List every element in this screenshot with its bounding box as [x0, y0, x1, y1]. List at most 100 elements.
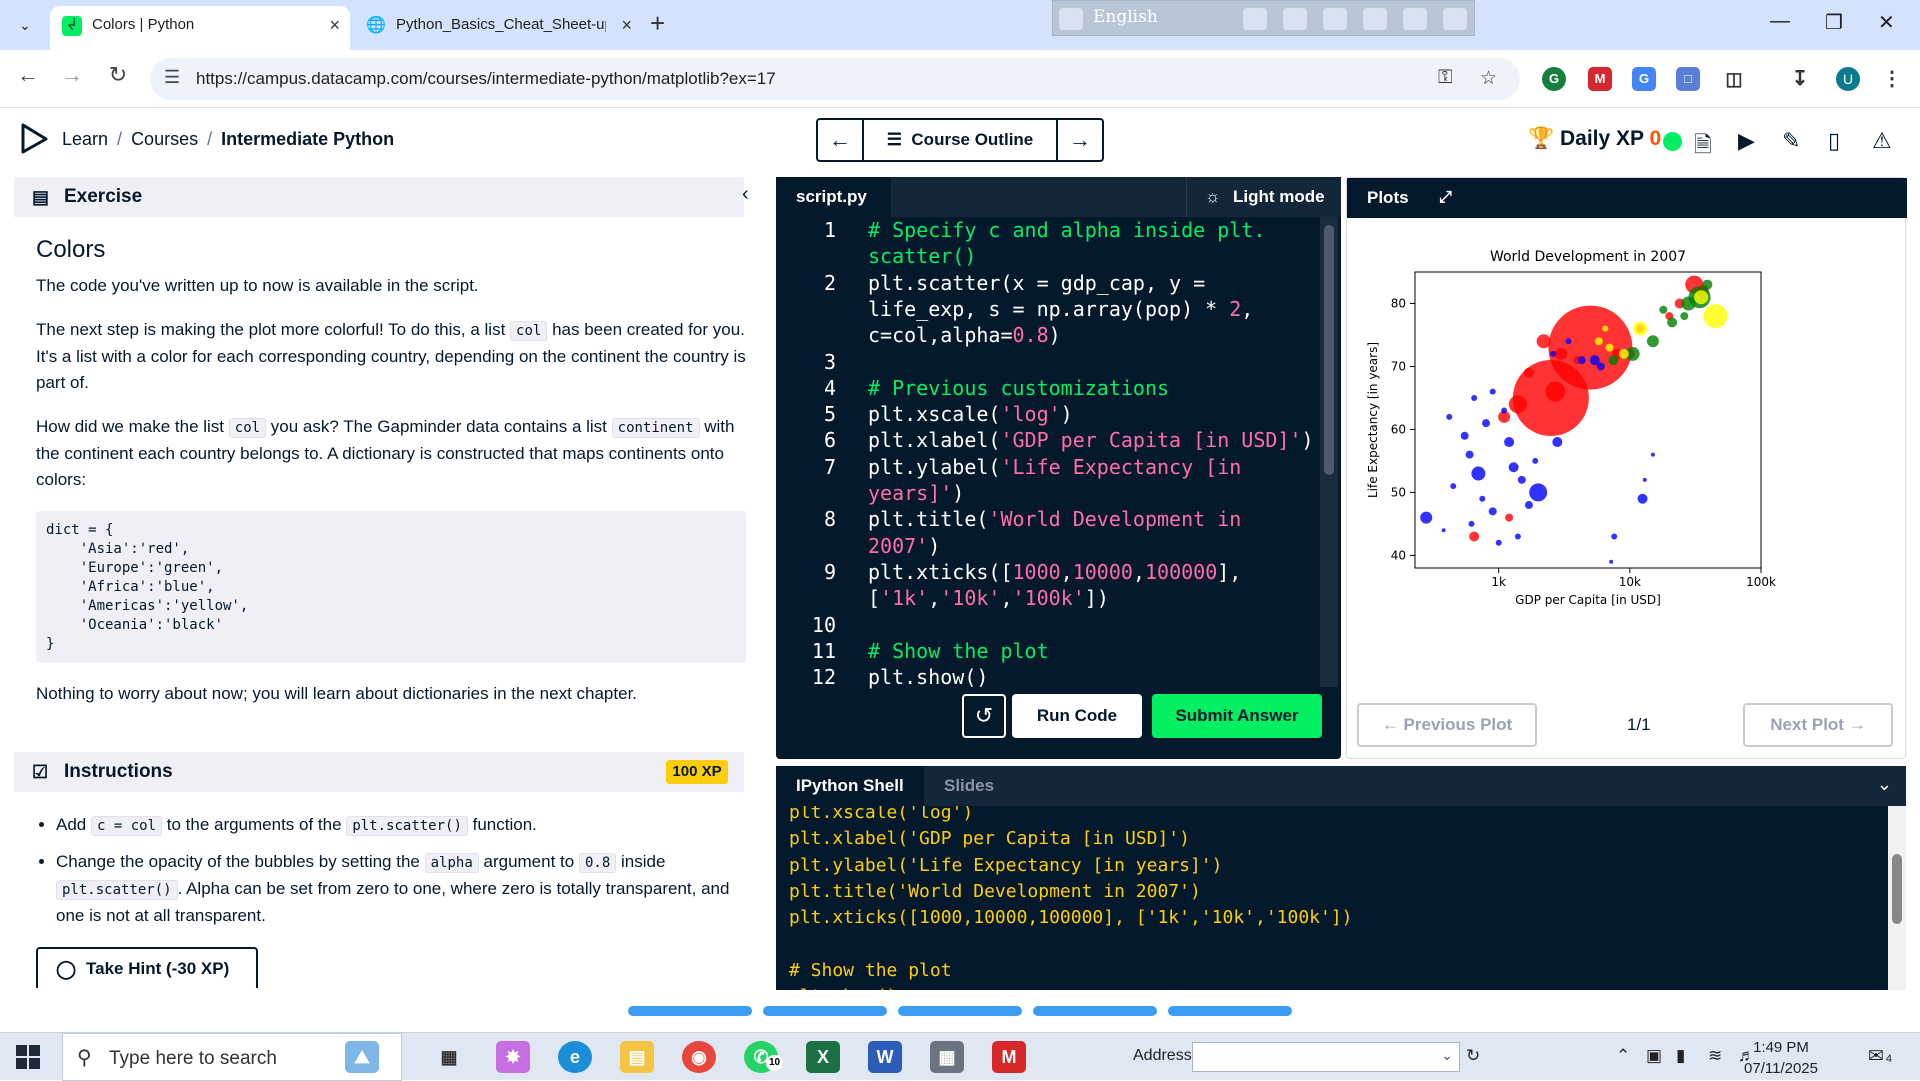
close-tab-icon[interactable]: ×	[621, 6, 632, 44]
x-tick-label: 1k	[1491, 575, 1506, 589]
omnibox[interactable]: ☰ https://campus.datacamp.com/courses/in…	[150, 58, 1520, 100]
toolbar-help-icon[interactable]	[1403, 8, 1427, 30]
extension-cube-icon[interactable]: □	[1676, 67, 1700, 91]
previous-plot-button[interactable]: ← Previous Plot	[1357, 703, 1537, 747]
refresh-icon[interactable]: ↻	[1466, 1046, 1480, 1066]
tab-colors-python[interactable]: ᔫ Colors | Python ×	[50, 6, 350, 50]
minimize-icon[interactable]: —	[1770, 10, 1790, 33]
course-outline-button[interactable]: ☰ Course Outline	[862, 120, 1058, 160]
toolbar-search-icon[interactable]	[1059, 8, 1083, 30]
toolbar-globe-icon[interactable]	[1323, 8, 1347, 30]
submit-answer-button[interactable]: Submit Answer	[1152, 694, 1322, 738]
script-file-tab[interactable]: script.py	[776, 177, 891, 217]
datacamp-logo-icon[interactable]	[20, 122, 50, 156]
chrome-menu-icon[interactable]: ⋮	[1880, 67, 1904, 91]
reset-code-icon[interactable]: ↺	[962, 694, 1006, 738]
code-line: plt.scatter(x = gdp_cap, y = life_exp, s…	[868, 270, 1254, 348]
notification-count: 4	[1885, 1053, 1893, 1065]
profile-avatar[interactable]: U	[1836, 67, 1860, 91]
excel-icon[interactable]: X	[806, 1041, 840, 1073]
editor-scrollbar[interactable]	[1320, 217, 1338, 687]
toolbar-world-icon[interactable]	[1363, 8, 1387, 30]
grammarly-extension-icon[interactable]: G	[1542, 67, 1566, 91]
word-icon[interactable]: W	[868, 1041, 902, 1073]
back-arrow-icon[interactable]: ←	[12, 62, 44, 88]
expand-plot-icon[interactable]: ⤢	[1439, 188, 1459, 208]
system-clock[interactable]: 1:49 PM 07/11/2025	[1736, 1037, 1826, 1079]
mcafee-icon[interactable]: M	[992, 1041, 1026, 1073]
whatsapp-icon[interactable]: ✆ 10	[744, 1041, 784, 1073]
reload-icon[interactable]: ↻	[102, 62, 134, 88]
mobile-icon[interactable]: ▯	[1828, 128, 1840, 154]
bookmark-star-icon[interactable]: ☆	[1480, 67, 1497, 90]
next-plot-button[interactable]: Next Plot →	[1743, 703, 1893, 747]
toolbar-close-icon[interactable]	[1443, 8, 1467, 30]
tray-app-icon[interactable]: ▣	[1646, 1046, 1662, 1066]
toolbar-keyboard-icon[interactable]	[1243, 8, 1267, 30]
site-info-icon[interactable]: ☰	[164, 67, 180, 88]
google-translate-icon[interactable]: G	[1632, 67, 1656, 91]
copilot-icon[interactable]: ✸	[496, 1041, 530, 1073]
slides-tab[interactable]: Slides	[924, 766, 1014, 806]
code-area[interactable]: 1 2 3 4 5 6 7 8 9 10 11 12 # Specify c a…	[776, 217, 1316, 689]
run-code-button[interactable]: Run Code	[1012, 694, 1142, 738]
data-point	[1514, 533, 1521, 540]
line-number: 6	[823, 428, 836, 453]
shell-output[interactable]: plt.xscale('log') plt.xlabel('GDP per Ca…	[789, 800, 1869, 990]
battery-icon[interactable]: ▮	[1676, 1046, 1685, 1066]
tab-search-chevron-icon[interactable]: ⌄	[10, 10, 40, 40]
code-line: plt.show()	[868, 665, 989, 690]
password-key-icon[interactable]: ⚿	[1438, 67, 1452, 89]
line-number: 8	[823, 507, 836, 532]
calculator-icon[interactable]: ▦	[930, 1041, 964, 1073]
forward-arrow-icon[interactable]: →	[56, 62, 88, 88]
take-hint-button[interactable]: ◯ Take Hint (-30 XP)	[36, 947, 258, 988]
language-label[interactable]: English	[1093, 7, 1158, 27]
url-text[interactable]: https://campus.datacamp.com/courses/inte…	[196, 69, 776, 89]
breadcrumb-learn[interactable]: Learn	[62, 129, 108, 149]
edit-pencil-icon[interactable]: ✎	[1782, 128, 1800, 154]
restore-icon[interactable]: ❐	[1825, 10, 1843, 35]
breadcrumb-course-title[interactable]: Intermediate Python	[221, 129, 394, 149]
data-point	[1489, 388, 1496, 395]
daily-xp[interactable]: 🏆 Daily XP 0	[1528, 127, 1661, 151]
dropdown-chevron-icon[interactable]: ⌄	[1441, 1047, 1453, 1064]
file-explorer-icon[interactable]: ▤	[620, 1041, 654, 1073]
task-view-icon[interactable]: ▦	[432, 1041, 466, 1073]
video-icon[interactable]: ▶	[1738, 128, 1755, 154]
windows-start-icon[interactable]	[16, 1045, 40, 1069]
prev-exercise-arrow-icon[interactable]: ←	[818, 120, 862, 160]
extension-red-icon[interactable]: M	[1588, 67, 1612, 91]
collapse-panel-chevron-icon[interactable]: ‹	[742, 183, 749, 206]
exercise-paragraph: The next step is making the plot more co…	[36, 320, 746, 392]
tab-python-cheatsheet[interactable]: 🌐 Python_Basics_Cheat_Sheet-upd ×	[354, 6, 642, 50]
search-highlight-icon[interactable]: ⛰	[345, 1041, 379, 1073]
extensions-puzzle-icon[interactable]: ◫	[1722, 67, 1746, 91]
close-window-icon[interactable]: ✕	[1878, 10, 1895, 35]
report-warning-icon[interactable]: ⚠	[1872, 128, 1892, 154]
shell-scrollbar[interactable]	[1888, 806, 1906, 990]
plots-tab[interactable]: Plots	[1367, 178, 1409, 218]
collapse-shell-chevron-icon[interactable]: ⌄	[1877, 774, 1892, 795]
notes-document-icon[interactable]: 🗎	[1694, 128, 1712, 166]
data-point	[1596, 362, 1605, 371]
close-tab-icon[interactable]: ×	[329, 6, 340, 44]
toolbar-mic-icon[interactable]	[1283, 8, 1307, 30]
notification-icon[interactable]: ✉ 4	[1868, 1045, 1892, 1068]
data-point	[1446, 413, 1453, 420]
new-tab-plus-icon[interactable]: +	[650, 8, 665, 39]
chrome-icon[interactable]: ◉	[682, 1041, 716, 1073]
inline-code: plt.scatter()	[346, 816, 468, 836]
next-exercise-arrow-icon[interactable]: →	[1058, 120, 1102, 160]
ipython-shell-tab[interactable]: IPython Shell	[776, 766, 924, 806]
address-input[interactable]: ⌄	[1192, 1042, 1460, 1072]
shell-tabs: IPython Shell Slides ⌄	[776, 766, 1906, 806]
edge-browser-icon[interactable]: e	[558, 1041, 592, 1073]
download-icon[interactable]: ↧	[1788, 67, 1812, 91]
wifi-icon[interactable]: ≋	[1708, 1046, 1722, 1066]
breadcrumb: Learn / Courses / Intermediate Python	[62, 129, 395, 149]
tray-expand-chevron-icon[interactable]: ⌃	[1616, 1046, 1630, 1066]
breadcrumb-courses[interactable]: Courses	[131, 129, 198, 149]
instructions-section-label: Instructions	[64, 761, 173, 782]
light-mode-toggle[interactable]: ☼ Light mode	[1186, 177, 1341, 217]
